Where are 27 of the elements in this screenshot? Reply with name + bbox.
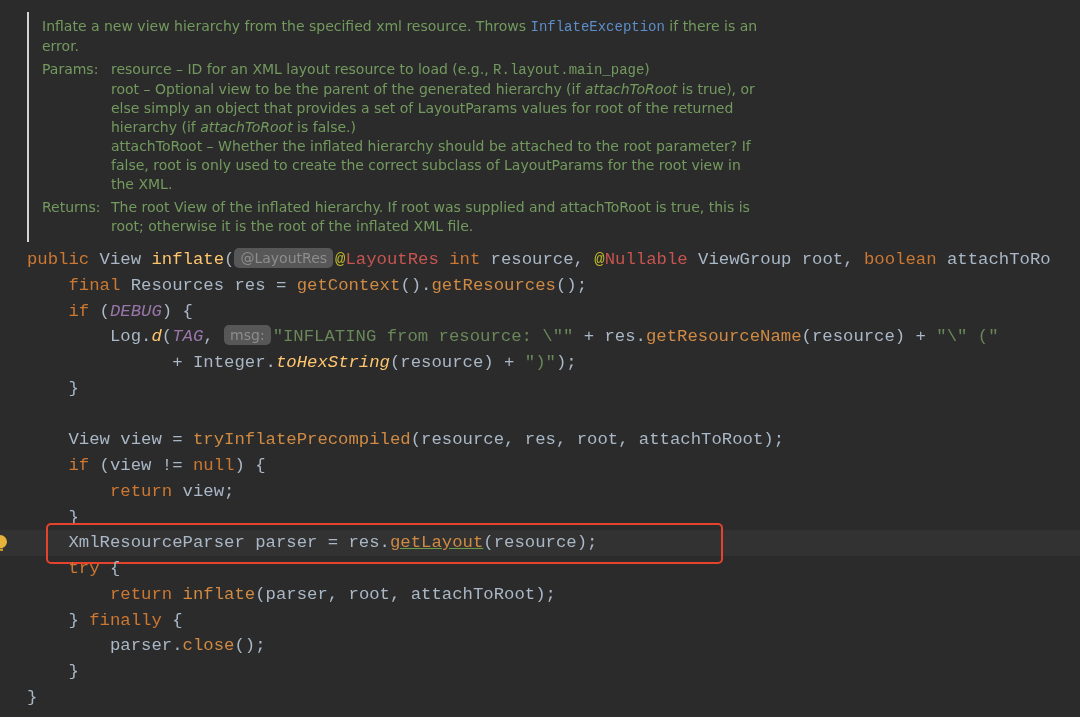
code-text: + Integer.toHexString(resource) + ")"); bbox=[172, 353, 577, 372]
code-text: } bbox=[68, 662, 79, 681]
returns-label: Returns: bbox=[42, 198, 102, 217]
code-text: if (view != null) { bbox=[68, 456, 266, 475]
code-text: return inflate(parser, root, attachToRoot); bbox=[109, 584, 556, 604]
code-text: parser.close(); bbox=[109, 636, 266, 656]
exception-link[interactable]: InflateException bbox=[530, 19, 665, 35]
code-text: public View inflate( bbox=[27, 250, 235, 269]
doc-description: Inflate a new view hierarchy from the specified xml resource. Throws InflateException if there is an error. bbox=[42, 17, 759, 56]
code-text: "INFLATING from resource: \"" + res.getResourceName(resource) + "\" (" bbox=[272, 327, 999, 347]
returns-description: The root View of the inflated hierarchy. If root was supplied and attachToRoot is true, this is root; otherwise it is the root of the inflated XML file. bbox=[111, 198, 751, 236]
code-text: if (DEBUG) { bbox=[68, 301, 193, 321]
params-label: Params: bbox=[42, 60, 100, 79]
code-text: return view; bbox=[109, 481, 235, 501]
code-text: XmlResourceParser parser = res.getLayout(resource); bbox=[68, 533, 598, 553]
code-text: } finally { bbox=[68, 610, 183, 630]
code-text: final Resources res = getContext().getResources(); bbox=[68, 275, 588, 295]
lightbulb-icon[interactable] bbox=[0, 534, 7, 552]
code-text: Log.d(TAG, bbox=[109, 327, 215, 347]
code-text: try { bbox=[68, 559, 121, 578]
code-text: @LayoutRes int resource, @Nullable ViewGroup root, boolean attachToRo bbox=[335, 250, 1051, 269]
code-text: } bbox=[27, 687, 38, 707]
param-description: attachToRoot – Whether the inflated hierarchy should be attached to the root parameter? If false, root is only used to create the correct subclass of LayoutParams for the root view in the XML. bbox=[111, 137, 752, 194]
code-text: } bbox=[68, 378, 79, 398]
code-text: View view = tryInflatePrecompiled(resource, res, root, attachToRoot); bbox=[68, 430, 785, 450]
param-description: resource – ID for an XML layout resource to load (e.g., R.layout.main_page) bbox=[111, 60, 651, 80]
param-description: root – Optional view to be the parent of the generated hierarchy (if attachToRoot is true), or else simply an object that provides a set of LayoutParams values for root of the returned hierarchy (if attachToRoot is false.) bbox=[111, 80, 756, 137]
